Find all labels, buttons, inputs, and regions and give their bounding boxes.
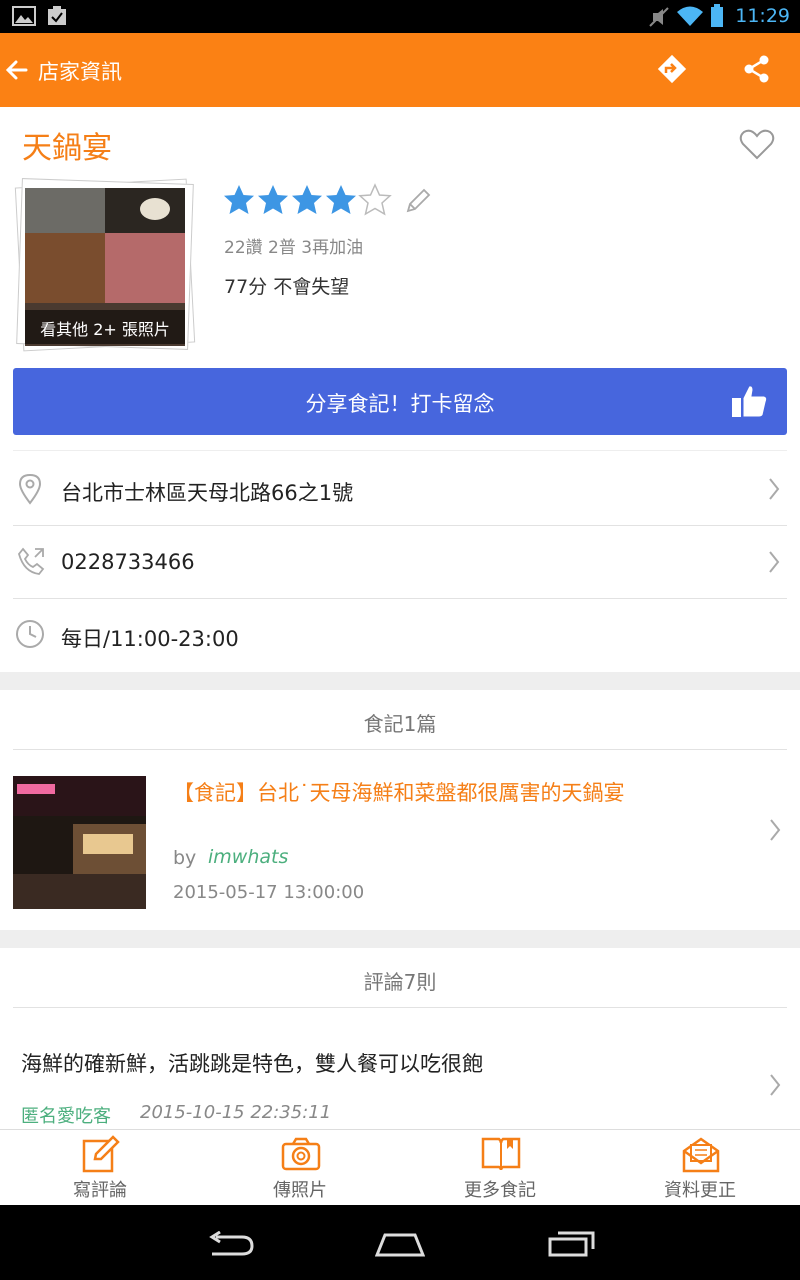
upload-photo-button[interactable]: 傳照片 xyxy=(200,1130,400,1206)
book-icon xyxy=(481,1137,521,1171)
star-filled-icon xyxy=(326,185,356,214)
write-review-button[interactable]: 寫評論 xyxy=(0,1130,200,1206)
blog-post-thumbnail xyxy=(13,776,146,909)
back-icon[interactable] xyxy=(206,1231,254,1257)
status-bar: 11:29 xyxy=(0,0,800,33)
review-text: 海鮮的確新鮮，活跳跳是特色，雙人餐可以吃很飽 xyxy=(21,1052,483,1076)
favorite-heart-icon[interactable] xyxy=(739,129,775,161)
chevron-right-icon xyxy=(769,478,780,500)
blog-section-title: 食記1篇 xyxy=(363,712,437,736)
clock: 11:29 xyxy=(735,5,790,27)
blog-post-item[interactable]: 【食記】台北˙天母海鮮和菜盤都很厲害的天鍋宴 by imwhats 2015-0… xyxy=(0,750,800,930)
gallery-icon xyxy=(12,6,36,26)
system-nav-bar xyxy=(0,1205,800,1280)
home-icon[interactable] xyxy=(375,1231,425,1257)
star-empty-icon xyxy=(358,183,392,216)
more-blogs-button[interactable]: 更多食記 xyxy=(400,1130,600,1206)
hours-text: 每日/11:00-23:00 xyxy=(61,627,239,651)
camera-icon xyxy=(281,1137,321,1171)
mail-edit-icon xyxy=(682,1137,720,1173)
address-text: 台北市士林區天母北路66之1號 xyxy=(61,481,354,505)
edit-pencil-icon[interactable] xyxy=(404,187,432,215)
share-icon[interactable] xyxy=(743,55,771,83)
store-name: 天鍋宴 xyxy=(22,131,112,166)
correct-info-label: 資料更正 xyxy=(664,1180,736,1201)
star-filled-icon xyxy=(292,185,322,214)
share-checkin-button[interactable]: 分享食記！打卡留念 xyxy=(13,368,787,435)
star-rating xyxy=(222,183,392,217)
store-photo[interactable]: 看其他 2+ 張照片 xyxy=(14,178,197,352)
blog-section: 食記1篇 【食記】台北˙天母海鮮和菜盤都很厲害的天鍋宴 by imwhats 2… xyxy=(0,690,800,930)
score-text: 77分 不會失望 xyxy=(224,276,350,298)
star-filled-icon xyxy=(224,185,254,214)
vote-summary: 22讚 2普 3再加油 xyxy=(224,238,364,258)
photo-count-overlay[interactable]: 看其他 2+ 張照片 xyxy=(25,316,185,340)
phone-row[interactable]: 0228733466 xyxy=(13,526,787,599)
review-author[interactable]: 匿名愛吃客 xyxy=(21,1102,111,1128)
review-item[interactable]: 海鮮的確新鮮，活跳跳是特色，雙人餐可以吃很飽 匿名愛吃客 2015-10-15 … xyxy=(0,1008,800,1129)
bottom-nav: 寫評論 傳照片 更多食記 資料更正 xyxy=(0,1129,800,1205)
clock-icon xyxy=(16,620,44,648)
more-blogs-label: 更多食記 xyxy=(464,1180,536,1201)
correct-info-button[interactable]: 資料更正 xyxy=(600,1130,800,1206)
blog-post-title: 【食記】台北˙天母海鮮和菜盤都很厲害的天鍋宴 xyxy=(173,781,625,805)
phone-call-icon xyxy=(18,547,45,575)
thumbs-up-icon xyxy=(732,385,768,418)
address-row[interactable]: 台北市士林區天母北路66之1號 xyxy=(13,453,787,526)
write-review-label: 寫評論 xyxy=(73,1180,127,1201)
back-arrow-icon[interactable] xyxy=(6,59,28,81)
hours-row: 每日/11:00-23:00 xyxy=(13,599,787,672)
battery-icon xyxy=(711,4,723,27)
chevron-right-icon xyxy=(770,819,781,841)
phone-text: 0228733466 xyxy=(61,550,195,574)
directions-icon[interactable] xyxy=(656,53,688,85)
upload-photo-label: 傳照片 xyxy=(273,1180,327,1201)
wifi-icon xyxy=(677,6,703,26)
share-checkin-label: 分享食記！打卡留念 xyxy=(305,392,495,416)
write-review-icon xyxy=(82,1135,120,1173)
page-title: 店家資訊 xyxy=(38,60,122,84)
recent-apps-icon[interactable] xyxy=(548,1229,596,1257)
mute-icon xyxy=(649,7,669,27)
blog-post-by: by xyxy=(173,847,197,869)
blog-post-date: 2015-05-17 13:00:00 xyxy=(173,882,365,903)
star-filled-icon xyxy=(258,185,288,214)
clipboard-check-icon xyxy=(48,6,66,25)
chevron-right-icon xyxy=(769,551,780,573)
review-section-title: 評論7則 xyxy=(363,970,437,994)
chevron-right-icon xyxy=(770,1074,781,1096)
location-pin-icon xyxy=(18,473,42,505)
review-section: 評論7則 海鮮的確新鮮，活跳跳是特色，雙人餐可以吃很飽 匿名愛吃客 2015-1… xyxy=(0,948,800,1129)
app-bar: 店家資訊 xyxy=(0,33,800,107)
blog-post-author[interactable]: imwhats xyxy=(208,846,288,868)
review-date: 2015-10-15 22:35:11 xyxy=(140,1102,332,1123)
